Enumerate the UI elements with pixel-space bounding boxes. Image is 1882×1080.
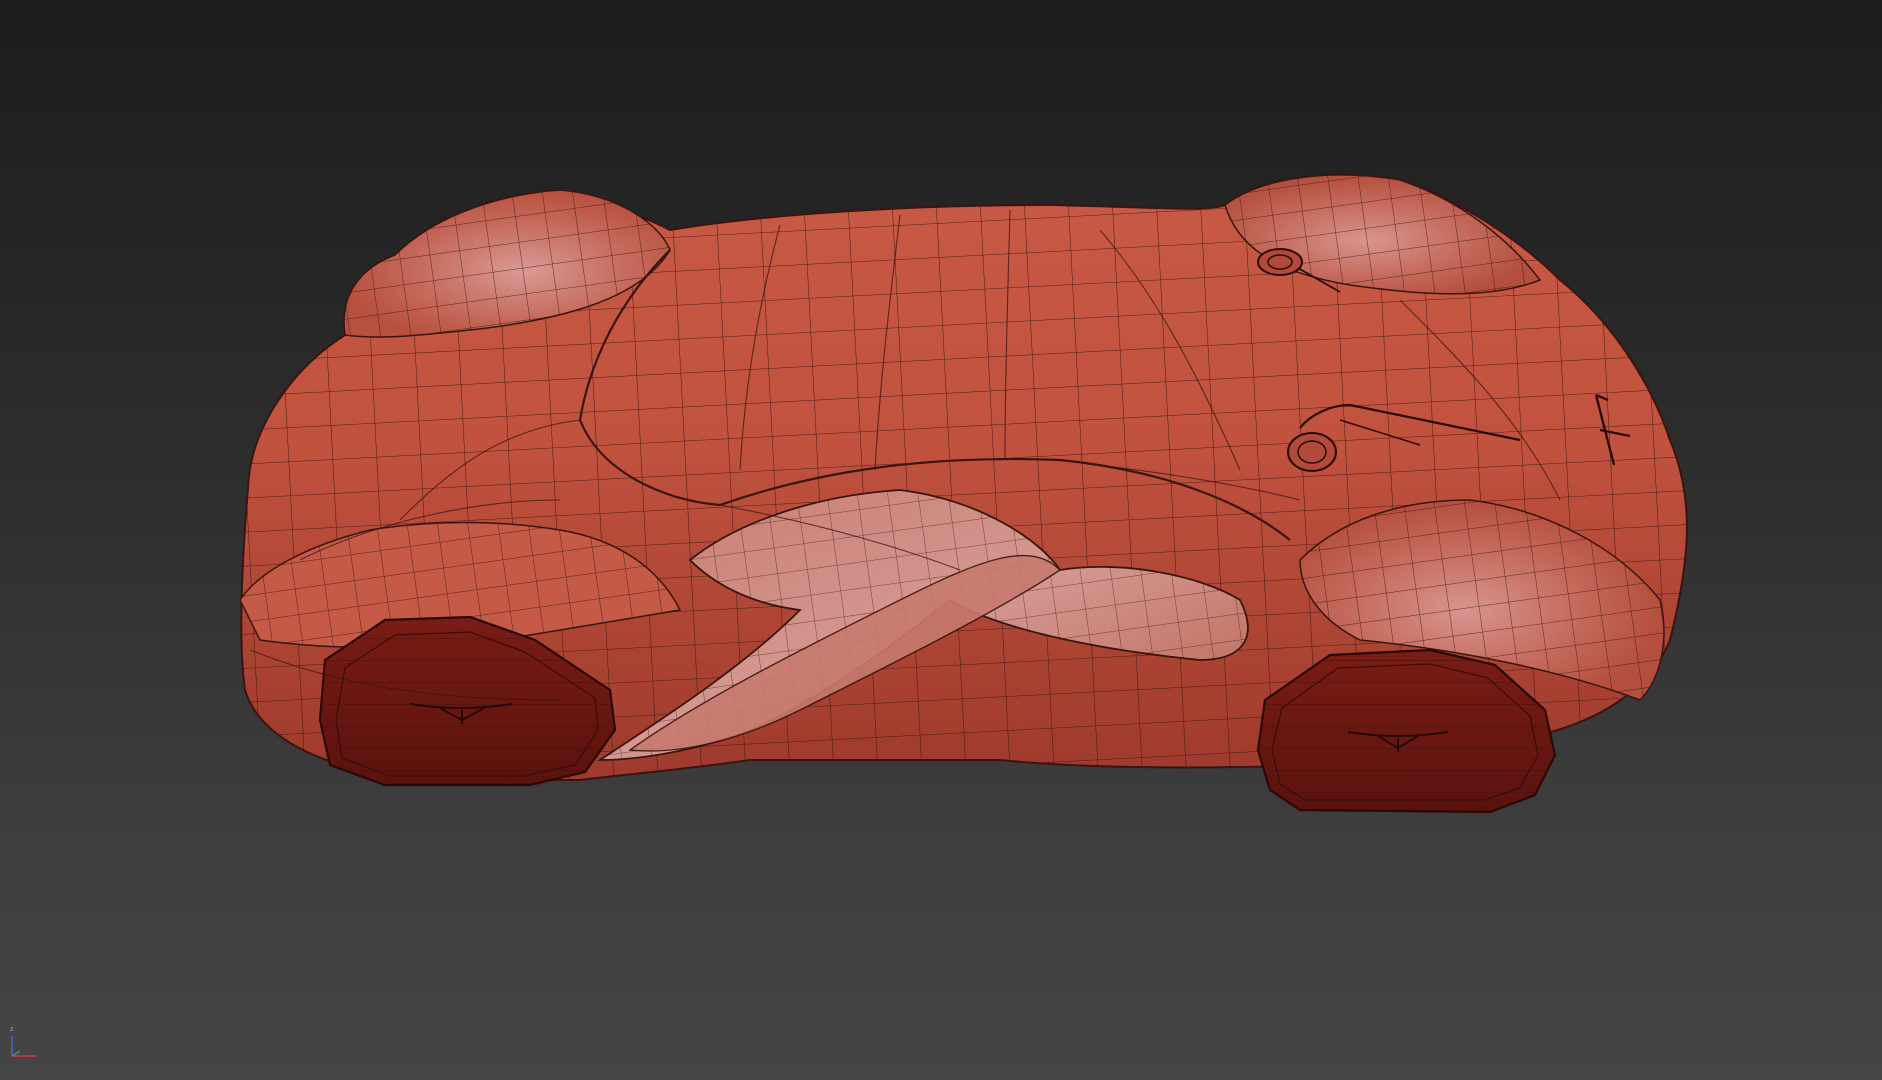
- z-axis-label: z: [10, 1025, 14, 1033]
- 3d-viewport[interactable]: z: [0, 0, 1882, 1080]
- rear-vent-hole-icon: [1257, 248, 1303, 276]
- axis-gizmo: z: [6, 1024, 46, 1064]
- front-vent-hole-icon: [1287, 432, 1337, 472]
- car-mesh-model[interactable]: [0, 0, 1882, 1080]
